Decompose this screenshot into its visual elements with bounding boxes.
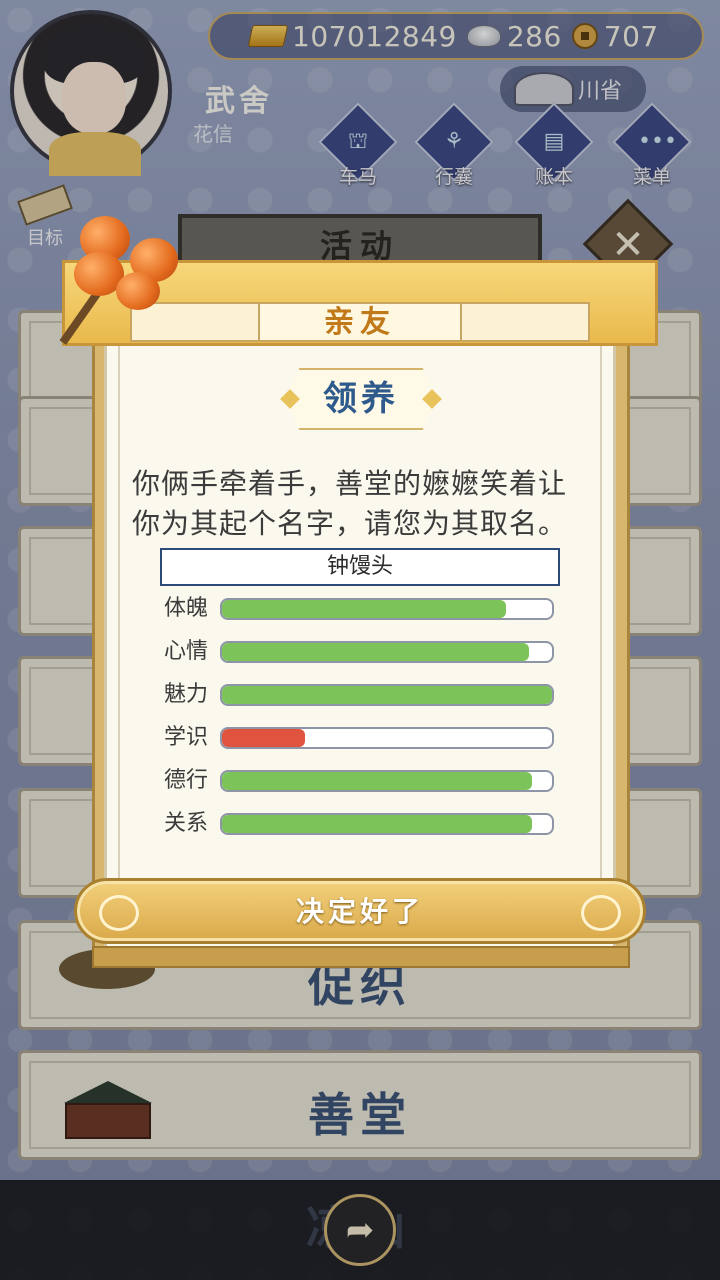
name-input[interactable]: 钟馒头	[160, 548, 560, 586]
stat-row: 学识	[164, 725, 564, 751]
stat-bar	[220, 770, 554, 792]
stat-label: 体魄	[164, 596, 209, 621]
stat-bar-fill	[222, 686, 552, 704]
stat-row: 魅力	[164, 682, 564, 708]
dialog-title: 亲友	[324, 305, 396, 340]
stat-bar-fill	[222, 600, 506, 618]
dialog-title-box: 亲友	[258, 302, 462, 342]
stat-bar-fill	[222, 643, 529, 661]
stat-bar-fill	[222, 815, 533, 833]
stat-bar	[220, 813, 554, 835]
confirm-button[interactable]: 决定好了	[74, 878, 646, 944]
dialog-message: 你俩手牵着手，善堂的嬷嬷笑着让你为其起个名字，请您为其取名。	[132, 467, 568, 540]
section-title: 领养	[323, 379, 399, 419]
stat-label: 关系	[164, 811, 209, 836]
stat-row: 体魄	[164, 596, 564, 622]
stat-row: 德行	[164, 768, 564, 794]
stat-bar	[220, 684, 554, 706]
stat-bar	[220, 727, 554, 749]
stat-label: 心情	[164, 639, 209, 664]
stat-label: 学识	[164, 725, 209, 750]
stat-bar	[220, 641, 554, 663]
stat-bar	[220, 598, 554, 620]
stat-row: 关系	[164, 811, 564, 837]
stat-label: 魅力	[164, 682, 209, 707]
dialog-bottom-rail	[92, 946, 630, 968]
confirm-label: 决定好了	[295, 895, 424, 928]
stat-bar-fill	[222, 729, 305, 747]
stat-bar-fill	[222, 772, 533, 790]
stat-row: 心情	[164, 639, 564, 665]
stat-label: 德行	[164, 768, 209, 793]
